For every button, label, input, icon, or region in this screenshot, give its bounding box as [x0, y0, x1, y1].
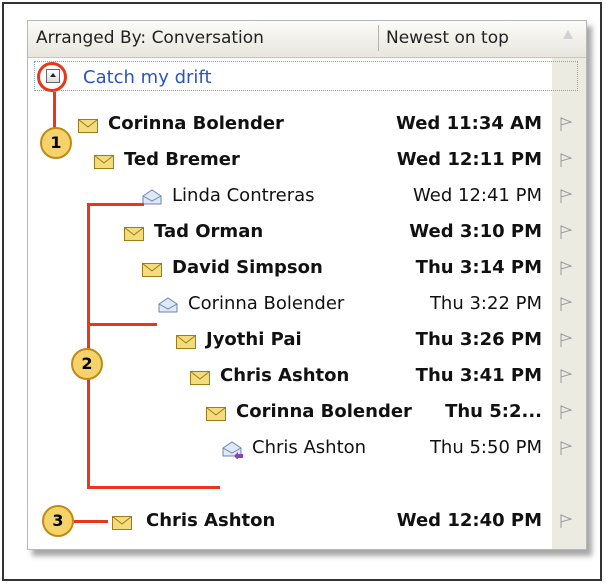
- message-sender: Chris Ashton: [146, 510, 276, 531]
- callout-line: [87, 203, 144, 206]
- envelope-closed-icon: [142, 261, 162, 277]
- envelope-closed-icon: [94, 153, 114, 169]
- message-sender: Chris Ashton: [252, 437, 367, 458]
- sort-arrow-icon: [563, 30, 573, 39]
- callout-badge-2: 2: [71, 348, 103, 380]
- callout-line: [53, 92, 56, 130]
- conversation-title: Catch my drift: [83, 67, 212, 88]
- envelope-open-icon: [142, 189, 162, 205]
- message-date: Wed 12:40 PM: [396, 510, 542, 531]
- flag-icon[interactable]: [558, 440, 574, 456]
- envelope-closed-icon: [78, 117, 98, 133]
- message-row[interactable]: Jyothi Pai Thu 3:26 PM: [28, 322, 586, 358]
- message-row[interactable]: Corinna Bolender Thu 3:22 PM: [28, 286, 586, 322]
- list-header: Arranged By: Conversation Newest on top: [28, 21, 586, 58]
- flag-icon[interactable]: [558, 116, 574, 132]
- flag-icon[interactable]: [558, 152, 574, 168]
- message-date: Thu 3:26 PM: [415, 329, 542, 350]
- message-list-panel: Arranged By: Conversation Newest on top …: [27, 20, 587, 550]
- message-row[interactable]: Corinna Bolender Thu 5:2...: [28, 394, 586, 430]
- message-sender: David Simpson: [172, 257, 323, 278]
- callout-ring: [37, 62, 67, 92]
- flag-icon[interactable]: [558, 513, 574, 529]
- flag-icon[interactable]: [558, 296, 574, 312]
- message-row[interactable]: Chris Ashton Thu 3:41 PM: [28, 358, 586, 394]
- message-sender: Jyothi Pai: [206, 329, 302, 350]
- message-date: Wed 12:11 PM: [396, 149, 542, 170]
- message-row[interactable]: Tad Orman Wed 3:10 PM: [28, 214, 586, 250]
- message-row[interactable]: Chris Ashton Thu 5:50 PM: [28, 430, 586, 466]
- envelope-closed-icon: [176, 333, 196, 349]
- message-sender: Ted Bremer: [124, 149, 240, 170]
- message-date: Thu 3:14 PM: [415, 257, 542, 278]
- message-sender: Corinna Bolender: [236, 401, 412, 422]
- message-row-standalone[interactable]: Chris Ashton Wed 12:40 PM: [28, 503, 586, 539]
- flag-icon[interactable]: [558, 188, 574, 204]
- message-date: Wed 12:41 PM: [413, 185, 542, 206]
- flag-icon[interactable]: [558, 368, 574, 384]
- envelope-closed-icon: [190, 369, 210, 385]
- flag-icon[interactable]: [558, 332, 574, 348]
- message-row[interactable]: David Simpson Thu 3:14 PM: [28, 250, 586, 286]
- sort-order-header[interactable]: Newest on top: [386, 28, 509, 48]
- message-date: Thu 5:50 PM: [429, 437, 542, 458]
- message-date: Thu 3:41 PM: [415, 365, 542, 386]
- header-separator: [378, 25, 379, 51]
- envelope-closed-icon: [112, 514, 132, 530]
- message-date: Thu 3:22 PM: [429, 293, 542, 314]
- envelope-closed-icon: [124, 225, 144, 241]
- callout-line: [87, 203, 90, 488]
- flag-icon[interactable]: [558, 404, 574, 420]
- callout-badge-3: 3: [42, 505, 74, 537]
- message-sender: Tad Orman: [154, 221, 264, 242]
- message-sender: Corinna Bolender: [188, 293, 345, 314]
- envelope-closed-icon: [206, 405, 226, 421]
- message-row[interactable]: Ted Bremer Wed 12:11 PM: [28, 142, 586, 178]
- message-date: Wed 3:10 PM: [409, 221, 542, 242]
- envelope-replied-icon: [222, 441, 243, 460]
- arranged-by-header[interactable]: Arranged By: Conversation: [36, 28, 264, 48]
- callout-badge-1: 1: [40, 127, 72, 159]
- message-date: Wed 11:34 AM: [396, 113, 542, 134]
- callout-line: [87, 323, 157, 326]
- message-sender: Chris Ashton: [220, 365, 350, 386]
- message-date: Thu 5:2...: [445, 401, 542, 422]
- flag-icon[interactable]: [558, 260, 574, 276]
- message-row[interactable]: Linda Contreras Wed 12:41 PM: [28, 178, 586, 214]
- message-sender: Corinna Bolender: [108, 113, 284, 134]
- callout-line: [87, 486, 220, 489]
- callout-line: [74, 520, 108, 523]
- flag-icon[interactable]: [558, 224, 574, 240]
- message-row[interactable]: Corinna Bolender Wed 11:34 AM: [28, 106, 586, 142]
- message-sender: Linda Contreras: [172, 185, 315, 206]
- envelope-open-icon: [158, 297, 178, 313]
